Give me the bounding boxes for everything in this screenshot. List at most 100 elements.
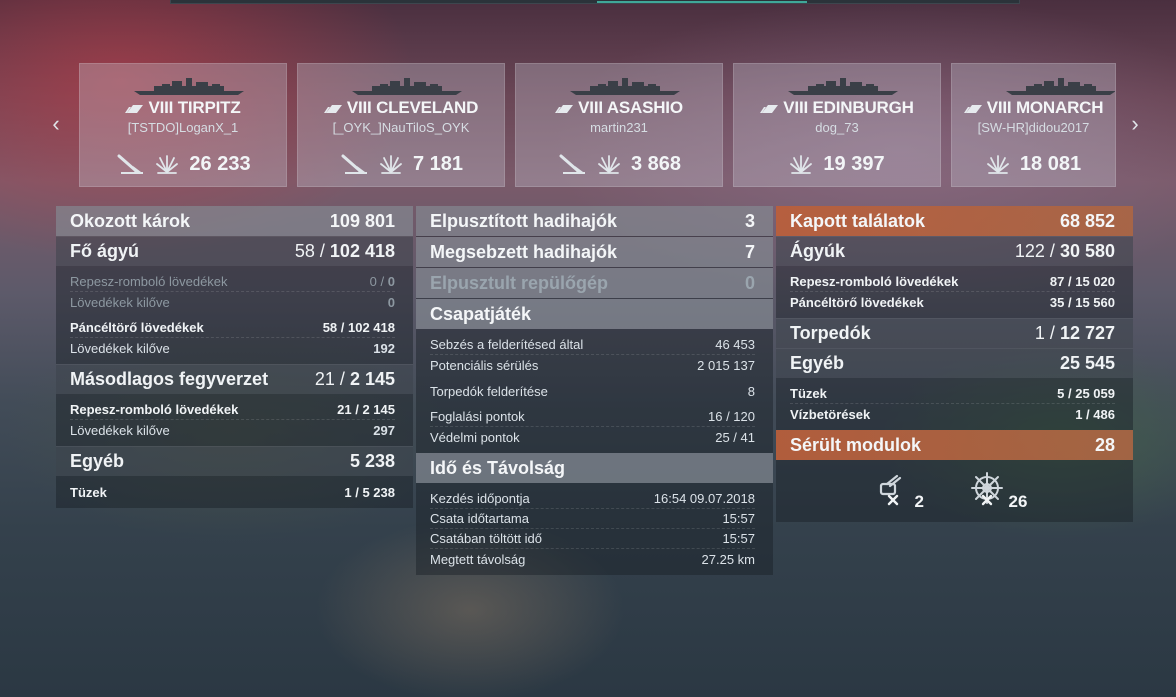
ship-card[interactable]: VIII EDINBURGH dog_73 19 397 [733,63,941,187]
guns-rows: Repesz-romboló lövedékek 87 / 15 020 Páncé… [776,266,1133,318]
destroyed-ships-value: 3 [744,210,755,231]
ship-name: VIII EDINBURGH [734,98,940,118]
planes-destroyed-row[interactable]: Elpusztult repülőgép 0 [416,268,773,298]
damage-burst-icon [987,155,1009,174]
turret-module[interactable]: 2 [873,470,943,514]
player-name: dog_73 [815,120,859,135]
stat-row-label: Lövedékek kilőve [70,340,170,356]
ship-card-stats: 26 233 [80,152,286,176]
damage-dealt-header[interactable]: Okozott károk 109 801 [56,206,413,236]
ship-tier: VIII [986,98,1012,117]
stat-row: Repesz-romboló lövedékek 21 / 2 145 [70,400,395,420]
main-battery-ap-rows: Páncéltörő lövedékek 58 / 102 418 Lövedéke… [56,318,413,364]
time-distance-label: Idő és Távolság [430,457,566,478]
stat-row-label: Vízbetörések [790,406,871,422]
steering-module[interactable]: 26 [967,470,1037,514]
stat-row-label: Páncéltörő lövedékek [70,320,204,335]
ship-card[interactable]: VIII TIRPITZ [TSTDO]LoganX_1 26 233 [79,63,287,187]
stat-row-value: 35 / 15 560 [1049,294,1115,310]
ship-card[interactable]: VIII MONARCH [SW-HR]didou2017 18 081 [951,63,1116,187]
torpedo-icon [117,154,144,174]
stat-row-label: Tüzek [70,484,107,500]
stat-row-value: 2 015 137 [697,357,755,373]
planes-destroyed-label: Elpusztult repülőgép [430,272,608,293]
stat-row-value: 1 / 5 238 [344,484,395,500]
stat-row: Lövedékek kilőve 192 [70,338,395,358]
ship-silhouette-icon [788,78,898,95]
stat-row: Foglalási pontok 16 / 120 [430,407,755,427]
main-battery-row[interactable]: Fő ágyú 58 / 102 418 [56,236,413,266]
stat-row-label: Védelmi pontok [430,429,520,445]
time-distance-header[interactable]: Idő és Távolság [416,453,773,483]
next-ship-arrow-icon[interactable]: › [1123,110,1147,138]
stat-row: Csata időtartama 15:57 [430,509,755,529]
ship-name-text: TIRPITZ [177,98,241,117]
destroyed-ships-row[interactable]: Elpusztított hadihajók 3 [416,206,773,236]
teamwork-header[interactable]: Csapatjáték [416,299,773,329]
damaged-ships-label: Megsebzett hadihajók [430,241,618,262]
ship-card[interactable]: VIII CLEVELAND [_OYK_]NauTiloS_OYK 7 181 [297,63,505,187]
secondary-value: 21 / 2 145 [314,369,395,389]
stat-row-label: Sebzés a felderítésed által [430,337,584,352]
stat-row-value: 58 / 102 418 [322,320,395,335]
planes-destroyed-value: 0 [744,272,755,293]
stat-row-value: 16:54 09.07.2018 [653,491,755,506]
hits-received-header[interactable]: Kapott találatok 68 852 [776,206,1133,236]
stat-row-value: 25 / 41 [715,429,755,445]
prev-ship-arrow-icon[interactable]: ‹ [44,110,68,138]
hits-received-title: Kapott találatok [790,210,926,231]
damage-dealt-title: Okozott károk [70,210,191,231]
stat-row-label: Kezdés időpontja [430,491,530,506]
other-damage-rows: Tüzek 1 / 5 238 [56,476,413,508]
stat-row-value: 16 / 120 [708,409,755,424]
other-received-rows: Tüzek 5 / 25 059 Vízbetörések 1 / 486 [776,378,1133,430]
other-received-row[interactable]: Egyéb 25 545 [776,348,1133,378]
torpedoes-row[interactable]: Torpedók 1 / 12 727 [776,318,1133,348]
steering-damaged-count: 26 [1008,492,1028,511]
ship-damage-value: 7 181 [412,152,464,175]
ship-name: VIII MONARCH [952,98,1115,118]
battle-stats-panel: Elpusztított hadihajók 3 Megsebzett hadi… [416,206,773,575]
turret-damaged-count: 2 [914,492,924,511]
torpedoes-label: Torpedók [790,323,871,343]
other-received-value: 25 545 [1059,353,1115,373]
ship-damage-value: 26 233 [189,152,251,175]
ship-silhouette-icon [134,78,244,95]
ship-class-icon [125,104,144,113]
ship-tier: VIII [346,98,372,117]
damage-burst-icon [598,155,620,174]
secondary-row[interactable]: Másodlagos fegyverzet 21 / 2 145 [56,364,413,394]
ship-class-icon [323,104,342,113]
hits-received-total: 68 852 [1059,210,1115,231]
other-damage-row[interactable]: Egyéb 5 238 [56,446,413,476]
stat-row-value: 8 [747,383,755,399]
secondary-rows: Repesz-romboló lövedékek 21 / 2 145 Lövedé… [56,394,413,446]
stat-row-value: 15:57 [722,511,755,526]
stat-row-label: Torpedók felderítése [430,383,548,399]
damage-burst-icon [156,155,179,174]
damaged-ships-row[interactable]: Megsebzett hadihajók 7 [416,237,773,267]
ship-name-text: CLEVELAND [376,98,479,117]
stat-row: Tüzek 5 / 25 059 [790,384,1115,404]
stat-row-value: 27.25 km [701,551,755,567]
stat-row-value: 21 / 2 145 [337,402,395,417]
main-battery-he-rows: Repesz-romboló lövedékek 0 / 0 Lövedékek k… [56,266,413,318]
ship-damage-value: 18 081 [1019,152,1082,175]
ship-silhouette-icon [570,78,680,95]
player-name: martin231 [590,120,648,135]
damaged-modules-header[interactable]: Sérült modulok 28 [776,430,1133,460]
other-damage-label: Egyéb [70,451,125,471]
ship-card[interactable]: VIII ASASHIO martin231 3 868 [515,63,723,187]
ship-card-stats: 7 181 [298,152,504,176]
other-received-label: Egyéb [790,353,845,373]
damaged-modules-value: 28 [1094,434,1115,455]
torpedo-icon [559,154,585,174]
stat-row-value: 46 453 [715,337,755,352]
stat-row: Repesz-romboló lövedékek 0 / 0 [70,272,395,292]
guns-row[interactable]: Ágyúk 122 / 30 580 [776,236,1133,266]
steering-icon [970,472,1003,506]
damaged-modules-label: Sérült modulok [790,434,922,455]
teamwork-rows-a: Sebzés a felderítésed által 46 453 Potenci… [416,329,773,381]
teamwork-label: Csapatjáték [430,303,532,324]
ship-card-stats: 19 397 [734,152,940,176]
